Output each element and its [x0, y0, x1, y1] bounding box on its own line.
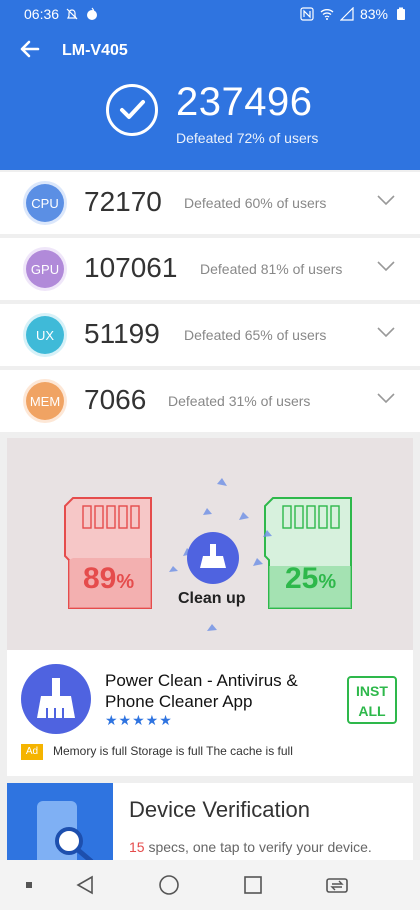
cpu-defeated: Defeated 60% of users — [184, 195, 327, 211]
header: 06:36 83% LM-V405 237496 Defeated 72% of… — [0, 0, 420, 170]
back-nav-icon[interactable] — [74, 874, 96, 896]
ad-description: Memory is full Storage is full The cache… — [53, 744, 293, 758]
power-clean-app-icon[interactable] — [21, 664, 91, 734]
score-row-cpu[interactable]: CPU 72170 Defeated 60% of users — [0, 172, 420, 234]
score-row-gpu[interactable]: GPU 107061 Defeated 81% of users — [0, 238, 420, 300]
navigation-bar — [0, 860, 420, 910]
top-bar: LM-V405 — [0, 34, 420, 68]
battery-percent: 83% — [359, 6, 388, 22]
wifi-icon — [320, 9, 334, 20]
recents-nav-icon[interactable] — [242, 874, 264, 896]
page-title: LM-V405 — [62, 42, 128, 59]
install-button[interactable]: INST ALL — [347, 676, 397, 724]
home-nav-icon[interactable] — [158, 874, 180, 896]
signal-icon — [339, 7, 354, 21]
ad-badge: Ad — [21, 744, 43, 760]
ad-app-title[interactable]: Power Clean - Antivirus & Phone Cleaner … — [105, 670, 345, 712]
total-score-value: 237496 — [176, 80, 313, 124]
clean-up-label: Clean up — [178, 590, 246, 607]
gpu-badge: GPU — [26, 250, 64, 288]
mem-score: 7066 — [84, 384, 147, 415]
status-right: 83% — [300, 6, 408, 22]
status-bar: 06:36 83% — [0, 0, 420, 28]
mem-defeated: Defeated 31% of users — [168, 393, 311, 409]
clean-percent: 25% — [285, 562, 337, 595]
ad-card[interactable]: 89% 25% Clean up Power Clean - Antivirus… — [7, 438, 413, 776]
nfc-icon — [300, 7, 314, 21]
check-circle-icon — [106, 84, 158, 136]
battery-icon — [397, 7, 405, 20]
dot-icon[interactable] — [18, 874, 40, 896]
total-score: 237496 Defeated 72% of users — [106, 80, 406, 152]
chevron-down-icon[interactable] — [376, 326, 396, 338]
switch-apps-icon[interactable] — [324, 874, 350, 896]
full-percent: 89% — [83, 562, 135, 595]
chevron-down-icon[interactable] — [376, 260, 396, 272]
score-row-mem[interactable]: MEM 7066 Defeated 31% of users — [0, 370, 420, 432]
chevron-down-icon[interactable] — [376, 392, 396, 404]
cpu-badge: CPU — [26, 184, 64, 222]
ad-banner[interactable]: 89% 25% Clean up — [7, 438, 413, 650]
score-row-ux[interactable]: UX 51199 Defeated 65% of users — [0, 304, 420, 366]
chevron-down-icon[interactable] — [376, 194, 396, 206]
notification-off-icon — [66, 8, 78, 20]
ux-badge: UX — [26, 316, 64, 354]
device-verification-title: Device Verification — [129, 797, 310, 822]
status-time: 06:36 — [24, 6, 60, 22]
ux-score: 51199 — [84, 318, 160, 349]
gpu-defeated: Defeated 81% of users — [200, 261, 343, 277]
gpu-score: 107061 — [84, 252, 178, 283]
ad-illustration — [64, 478, 352, 631]
app-notification-icon — [87, 7, 98, 20]
back-arrow-icon[interactable] — [18, 38, 40, 60]
rating-stars: ★★★★★ — [105, 712, 173, 728]
mem-badge: MEM — [26, 382, 64, 420]
total-score-subtitle: Defeated 72% of users — [176, 130, 319, 146]
cpu-score: 72170 — [84, 186, 162, 217]
device-verification-subtitle: 15 specs, one tap to verify your device. — [129, 839, 372, 855]
ux-defeated: Defeated 65% of users — [184, 327, 327, 343]
status-left: 06:36 — [24, 6, 99, 22]
